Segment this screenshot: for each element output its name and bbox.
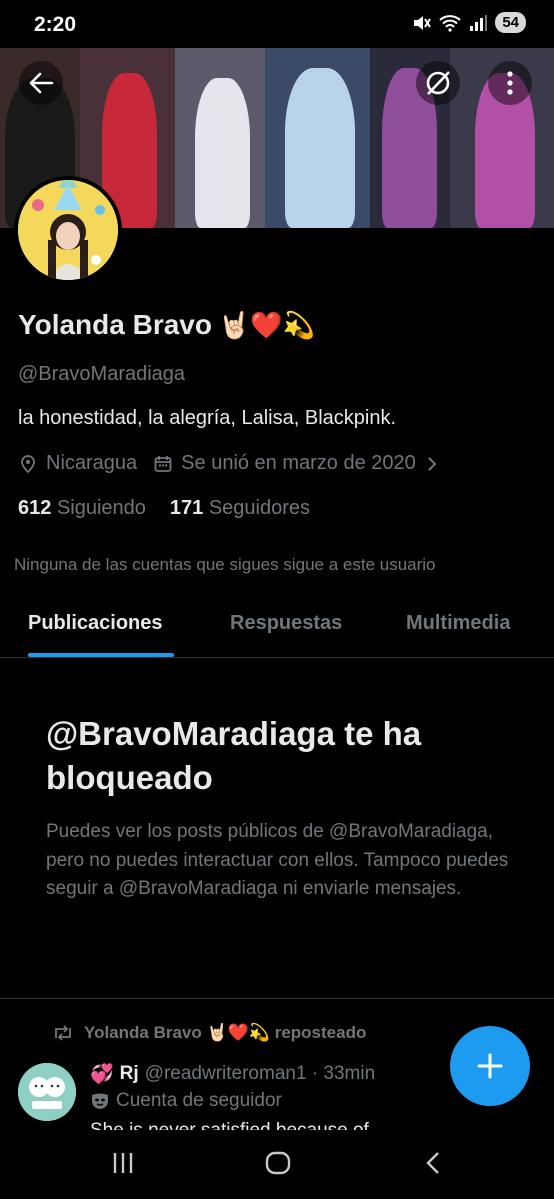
tab-publicaciones[interactable]: Publicaciones: [28, 612, 163, 635]
post-text: She is never satisfied because of: [90, 1120, 390, 1130]
battery-indicator: 54: [495, 12, 526, 33]
followers-label: Seguidores: [208, 497, 311, 519]
status-icons: 54: [411, 12, 526, 33]
repost-icon: [55, 1025, 71, 1041]
profile-avatar[interactable]: [14, 176, 122, 284]
mutual-followers-note: Ninguna de las cuentas que sigues sigue …: [14, 555, 436, 574]
post-author-line[interactable]: 💞 Rj @readwriteroman1 · 33min: [90, 1062, 375, 1086]
repost-text: Yolanda Bravo 🤘🏻❤️💫 reposteado: [84, 1023, 367, 1042]
grok-icon: [426, 71, 450, 95]
profile-name-text: Yolanda Bravo: [18, 309, 212, 340]
author-name: Rj: [119, 1063, 139, 1084]
avatar-image: [18, 180, 118, 280]
following-count: 612: [18, 497, 52, 519]
plus-icon: [477, 1053, 503, 1079]
compose-button[interactable]: [450, 1026, 530, 1106]
tab-respuestas[interactable]: Respuestas: [230, 612, 342, 635]
post-author-avatar[interactable]: [18, 1063, 76, 1121]
followers-count: 171: [169, 497, 204, 519]
post-avatar-image: [18, 1063, 76, 1121]
wifi-icon: [439, 14, 461, 32]
blocked-title: @BravoMaradiaga te ha bloqueado: [46, 715, 422, 796]
mute-icon: [414, 15, 432, 30]
status-bar: 2:20 54: [0, 0, 554, 48]
grok-button[interactable]: [416, 61, 460, 105]
calendar-icon: [154, 455, 172, 472]
post-text-content: She is never satisfied because of: [90, 1120, 369, 1130]
post-account-type: Cuenta de seguidor: [90, 1090, 282, 1112]
chevron-right-icon: [428, 456, 437, 471]
system-nav-bar: [0, 1130, 554, 1199]
profile-handle: @BravoMaradiaga: [18, 363, 186, 385]
status-time: 2:20: [34, 13, 77, 36]
author-emoji: 💞: [90, 1064, 114, 1085]
back-arrow-icon: [29, 72, 54, 94]
blocked-description: Puedes ver los posts públicos de @BravoM…: [46, 821, 509, 899]
more-options-button[interactable]: [488, 61, 532, 105]
active-tab-indicator: [28, 653, 174, 657]
follow-stats: 612 Siguiendo 171 Seguidores: [18, 497, 310, 520]
account-type-label: Cuenta de seguidor: [116, 1090, 282, 1111]
mask-icon: [92, 1093, 108, 1109]
profile-name-emojis: 🤘🏻❤️💫: [217, 309, 316, 340]
following-label: Siguiendo: [56, 497, 146, 519]
back-button[interactable]: [19, 61, 63, 105]
tab-multimedia[interactable]: Multimedia: [406, 612, 510, 635]
recent-apps-icon[interactable]: [110, 1150, 136, 1176]
divider: [0, 998, 554, 999]
following-link[interactable]: 612 Siguiendo: [18, 497, 146, 520]
banner-photo: [265, 48, 370, 228]
profile-meta[interactable]: Nicaragua Se unió en marzo de 2020: [18, 452, 440, 475]
signal-icon: [470, 14, 488, 31]
profile-bio: la honestidad, la alegría, Lalisa, Black…: [18, 407, 397, 429]
profile-tabs: Publicaciones Respuestas Multimedia: [0, 596, 554, 658]
repost-indicator[interactable]: Yolanda Bravo 🤘🏻❤️💫 reposteado: [52, 1023, 366, 1043]
more-vertical-icon: [507, 71, 513, 95]
home-icon[interactable]: [264, 1150, 292, 1176]
profile-location: Nicaragua: [46, 452, 138, 474]
profile-name: Yolanda Bravo 🤘🏻❤️💫: [18, 309, 315, 341]
system-back-icon[interactable]: [422, 1150, 444, 1176]
banner-photo: [175, 48, 265, 228]
author-handle-time: @readwriteroman1 · 33min: [144, 1063, 376, 1084]
location-pin-icon: [21, 454, 35, 473]
followers-link[interactable]: 171 Seguidores: [170, 497, 310, 520]
profile-joined: Se unió en marzo de 2020: [181, 452, 416, 474]
